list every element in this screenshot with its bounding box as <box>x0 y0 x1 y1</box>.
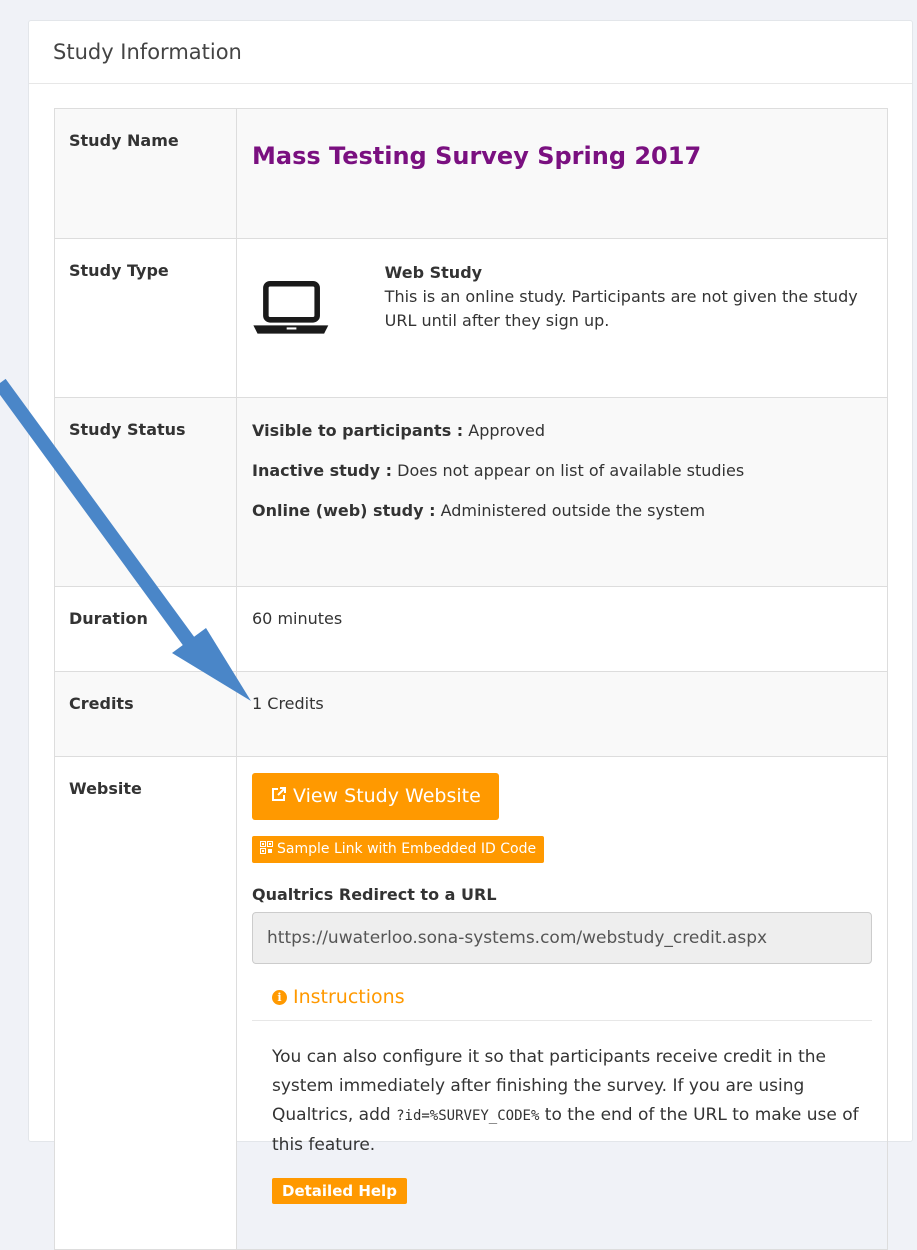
table-row-duration: Duration 60 minutes <box>54 586 888 672</box>
sample-link-button[interactable]: Sample Link with Embedded ID Code <box>252 836 545 863</box>
study-status-label: Study Status <box>54 397 237 587</box>
table-row-study-name: Study Name Mass Testing Survey Spring 20… <box>54 108 888 239</box>
status-online: Online (web) study : Administered outsid… <box>252 501 706 520</box>
info-icon: i <box>272 990 287 1005</box>
redirect-url-field[interactable] <box>252 912 872 964</box>
table-row-study-status: Study Status Visible to participants : A… <box>54 397 888 587</box>
duration-value: 60 minutes <box>236 586 888 672</box>
qr-code-icon <box>260 841 273 854</box>
status-visible: Visible to participants : Approved <box>252 421 546 440</box>
credits-value: 1 Credits <box>236 671 888 757</box>
study-type-label: Study Type <box>54 238 237 398</box>
study-info-table: Study Name Mass Testing Survey Spring 20… <box>54 108 888 1250</box>
panel-title: Study Information <box>53 40 242 64</box>
duration-label: Duration <box>54 586 237 672</box>
credits-label: Credits <box>54 671 237 757</box>
instructions-toggle[interactable]: i Instructions <box>252 986 872 1021</box>
panel-heading: Study Information <box>29 21 912 84</box>
table-row-study-type: Study Type Web Study This is an online s… <box>54 238 888 398</box>
study-information-panel: Study Information Study Name Mass Testin… <box>28 20 913 1250</box>
table-row-credits: Credits 1 Credits <box>54 671 888 757</box>
detailed-help-button[interactable]: Detailed Help <box>272 1178 407 1204</box>
laptop-icon <box>253 280 329 334</box>
study-type-description: This is an online study. Participants ar… <box>384 287 858 330</box>
study-name-value: Mass Testing Survey Spring 2017 <box>252 142 702 170</box>
website-label: Website <box>54 756 237 1250</box>
instructions-code: ?id=%SURVEY_CODE% <box>396 1108 540 1124</box>
table-row-website: Website View Study Website Sample Link w… <box>54 756 888 1250</box>
view-study-website-button[interactable]: View Study Website <box>252 773 499 820</box>
status-inactive: Inactive study : Does not appear on list… <box>252 461 745 480</box>
instructions-body: You can also configure it so that partic… <box>272 1047 859 1155</box>
redirect-label: Qualtrics Redirect to a URL <box>252 885 497 904</box>
external-link-icon <box>272 787 286 801</box>
study-type-title: Web Study <box>384 263 483 282</box>
study-name-label: Study Name <box>54 108 237 239</box>
